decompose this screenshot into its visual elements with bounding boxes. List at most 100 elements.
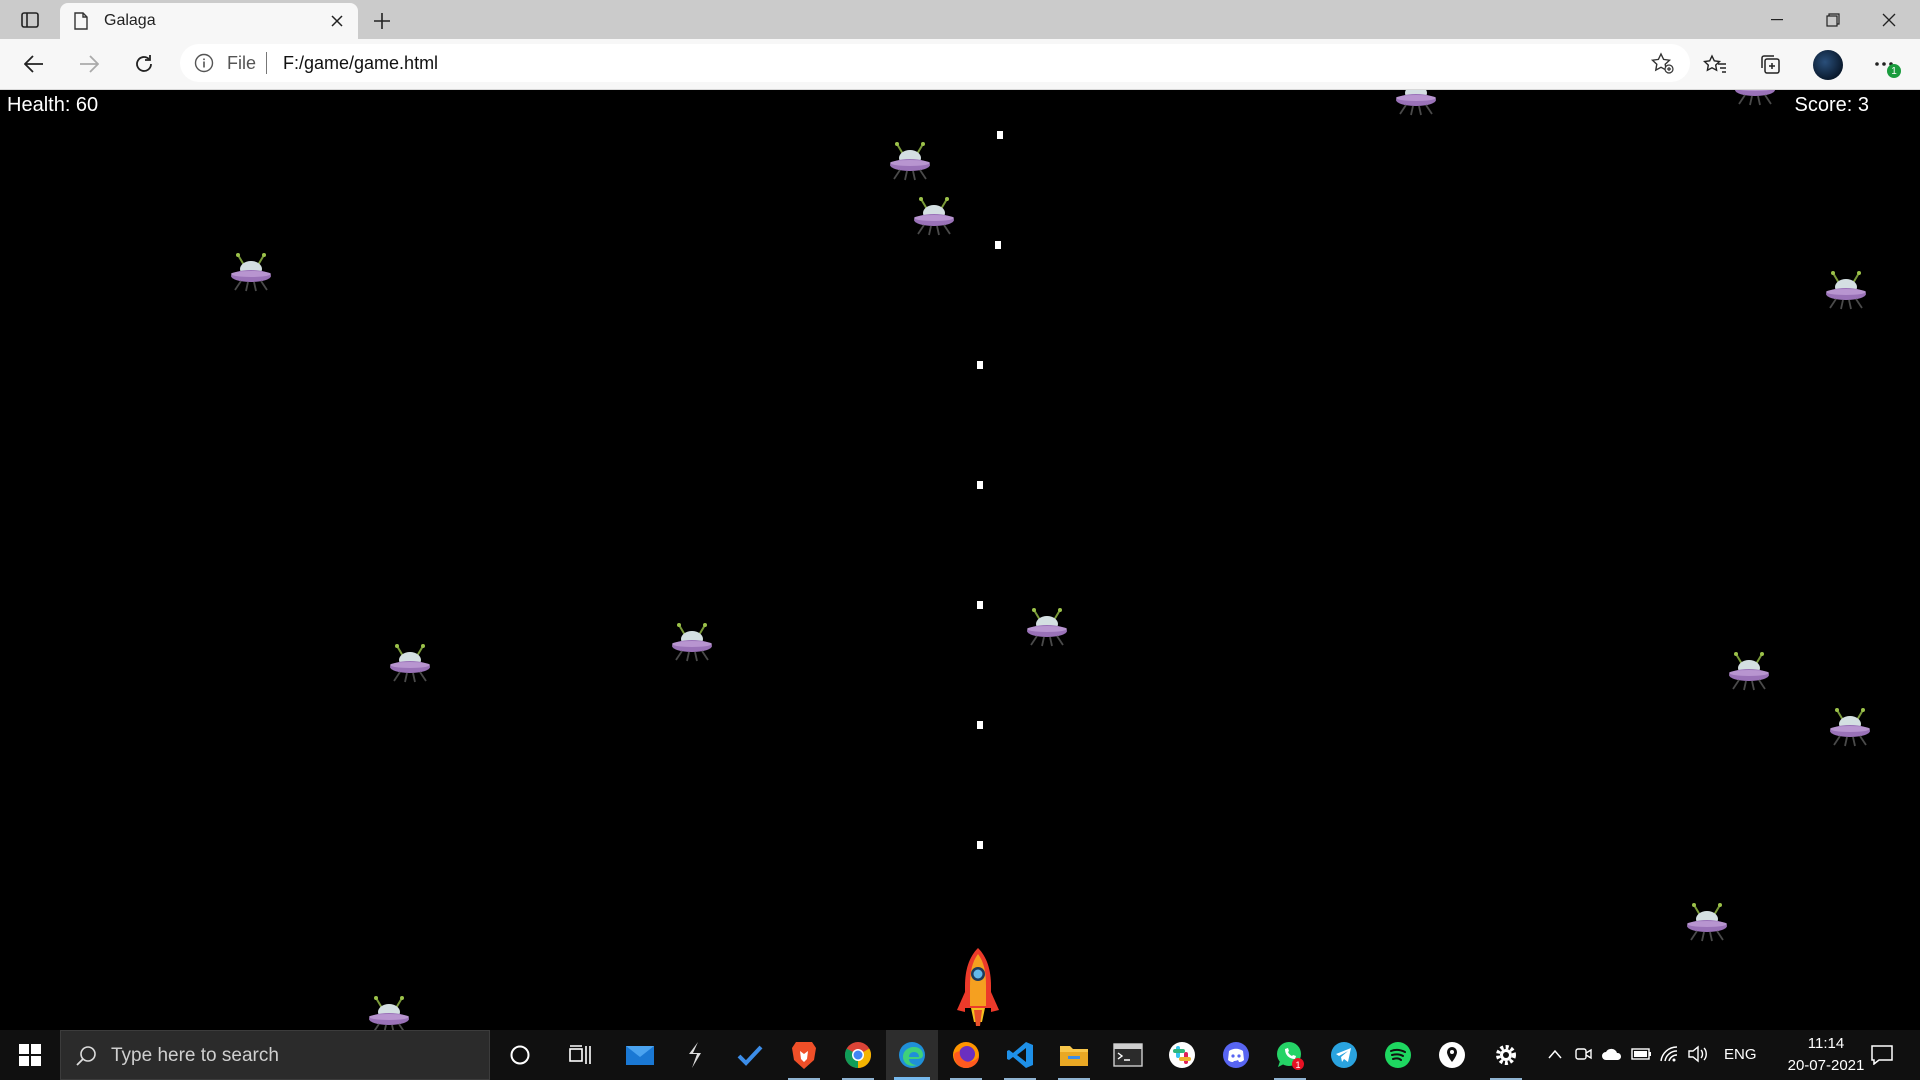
bullet [997, 131, 1003, 139]
minimize-button[interactable] [1749, 0, 1805, 39]
bullet [977, 721, 983, 729]
taskbar-app-s[interactable] [669, 1030, 721, 1080]
wifi-icon[interactable] [1659, 1045, 1681, 1063]
enemy-ufo [1733, 90, 1777, 108]
tab-close-button[interactable] [326, 10, 348, 32]
page-icon [74, 12, 88, 30]
cloud-icon[interactable] [1601, 1047, 1623, 1061]
info-icon[interactable] [194, 53, 214, 73]
telegram-icon [1331, 1042, 1357, 1068]
map-pin-icon [1439, 1042, 1465, 1068]
folder-icon [1060, 1046, 1088, 1066]
refresh-button[interactable] [126, 47, 162, 81]
tab-title: Galaga [104, 12, 156, 29]
enemy-ufo [229, 252, 273, 294]
favorites-icon [1703, 54, 1726, 73]
profile-avatar[interactable] [1813, 50, 1843, 80]
health-counter: Health: 60 [7, 94, 99, 116]
meet-now-icon[interactable] [1575, 1046, 1593, 1062]
collections-button[interactable] [1752, 47, 1788, 81]
arrow-left-icon [24, 55, 43, 73]
start-button[interactable] [0, 1030, 60, 1080]
taskbar-search-box[interactable]: Type here to search [60, 1030, 490, 1080]
taskbar-app-pin[interactable] [1426, 1030, 1478, 1080]
bullet [995, 241, 1001, 249]
forward-button[interactable] [71, 47, 107, 81]
taskbar-terminal[interactable] [1102, 1030, 1154, 1080]
brave-icon [792, 1042, 816, 1069]
firefox-icon [953, 1042, 979, 1068]
taskbar-telegram[interactable] [1318, 1030, 1370, 1080]
tab-actions-button[interactable] [12, 6, 48, 34]
refresh-icon [136, 55, 152, 72]
taskbar-whatsapp[interactable]: 1 [1264, 1030, 1316, 1080]
browser-tab-strip: Galaga [0, 0, 1920, 39]
notification-center-button[interactable] [1864, 1040, 1900, 1070]
enemy-ufo [1824, 270, 1868, 312]
vscode-icon [1007, 1042, 1033, 1068]
taskbar-mail[interactable] [614, 1030, 666, 1080]
address-bar[interactable]: File F:/game/game.html [180, 44, 1690, 82]
close-icon [331, 15, 343, 27]
collections-icon [1761, 55, 1780, 74]
enemy-ufo [1394, 90, 1438, 118]
bullet [977, 601, 983, 609]
taskbar-discord[interactable] [1210, 1030, 1262, 1080]
address-scheme: File [227, 53, 257, 73]
windows-logo-icon [19, 1044, 41, 1066]
enemy-ufo [1727, 651, 1771, 693]
windows-taskbar: Type here to search 1 ENG 11:14 20-07-20… [0, 1030, 1920, 1080]
volume-icon[interactable] [1687, 1045, 1709, 1063]
game-canvas[interactable]: Health: 60 Score: 3 [0, 90, 1920, 1030]
restore-icon [1826, 12, 1840, 27]
taskbar-edge[interactable] [886, 1030, 938, 1080]
taskbar-firefox[interactable] [940, 1030, 992, 1080]
enemy-ufo [1025, 607, 1069, 649]
terminal-icon [1113, 1043, 1143, 1067]
task-view-button[interactable] [554, 1030, 606, 1080]
taskbar-chrome[interactable] [832, 1030, 884, 1080]
player-rocket [955, 946, 1001, 1030]
enemy-ufo [670, 622, 714, 664]
back-button[interactable] [16, 47, 52, 81]
address-url[interactable]: F:/game/game.html [283, 53, 438, 74]
clock-time[interactable]: 11:14 [1786, 1035, 1866, 1052]
browser-toolbar: File F:/game/game.html 1 [0, 39, 1920, 90]
close-window-button[interactable] [1861, 0, 1917, 39]
bullet [977, 361, 983, 369]
whatsapp-icon: 1 [1277, 1042, 1304, 1070]
tab-actions-icon [21, 12, 39, 28]
add-favorite-icon[interactable] [1650, 52, 1674, 74]
new-tab-button[interactable] [368, 7, 396, 35]
taskbar-todo[interactable] [724, 1030, 776, 1080]
enemy-ufo [1828, 707, 1872, 749]
taskbar-vscode[interactable] [994, 1030, 1046, 1080]
plus-icon [374, 13, 390, 29]
enemy-ufo [888, 141, 932, 183]
edge-icon [899, 1042, 925, 1068]
task-view-icon [569, 1045, 591, 1064]
battery-icon[interactable] [1631, 1047, 1653, 1061]
chrome-icon [844, 1042, 872, 1069]
cortana-button[interactable] [494, 1030, 546, 1080]
update-badge: 1 [1887, 64, 1901, 78]
taskbar-slack[interactable] [1156, 1030, 1208, 1080]
taskbar-spotify[interactable] [1372, 1030, 1424, 1080]
restore-button[interactable] [1805, 0, 1861, 39]
chevron-up-icon[interactable] [1547, 1048, 1563, 1060]
input-language[interactable]: ENG [1724, 1046, 1757, 1063]
discord-icon [1223, 1042, 1249, 1068]
cortana-icon [510, 1045, 530, 1065]
score-counter: Score: 3 [1794, 94, 1869, 116]
enemy-ufo [367, 995, 411, 1030]
minimize-icon [1771, 18, 1783, 20]
taskbar-file-explorer[interactable] [1048, 1030, 1100, 1080]
bullet [977, 481, 983, 489]
browser-tab[interactable]: Galaga [60, 3, 358, 39]
address-separator [266, 52, 267, 74]
taskbar-brave[interactable] [778, 1030, 830, 1080]
search-icon [76, 1046, 96, 1066]
favorites-button[interactable] [1697, 47, 1733, 81]
taskbar-settings[interactable] [1480, 1030, 1532, 1080]
enemy-ufo [1685, 902, 1729, 944]
